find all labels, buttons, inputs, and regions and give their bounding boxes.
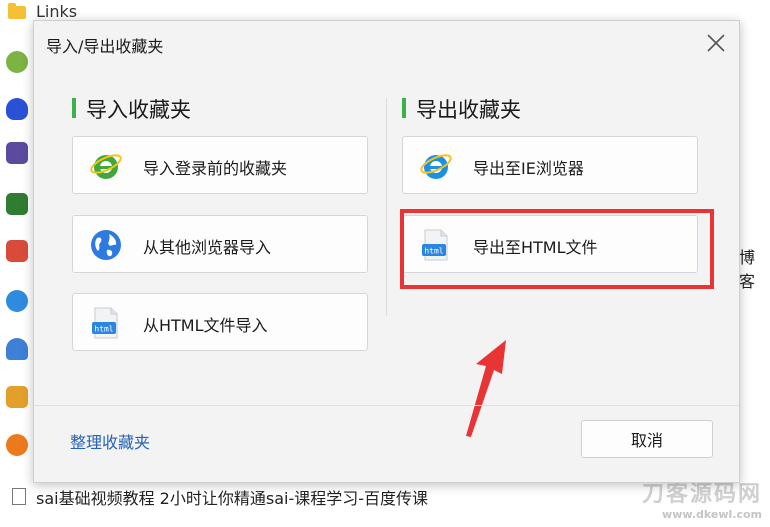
section-divider (386, 98, 387, 316)
footer-divider (34, 405, 739, 406)
background-sidebar (0, 40, 34, 480)
ie-blue-icon (420, 154, 452, 179)
background-header: Links (0, 0, 770, 22)
import-from-other-browser-button[interactable]: 从其他浏览器导入 (72, 215, 368, 273)
document-icon (12, 488, 26, 505)
links-folder-label[interactable]: Links (36, 2, 77, 21)
export-section-title: 导出收藏夹 (402, 94, 521, 124)
export-to-html-label: 导出至HTML文件 (473, 238, 598, 257)
html-icon-text: html (94, 325, 113, 334)
import-section-title: 导入收藏夹 (72, 94, 191, 124)
bookmark-title[interactable]: sai基础视频教程 2小时让你精通sai-课程学习-百度传课 (36, 485, 428, 509)
dialog-title: 导入/导出收藏夹 (46, 37, 164, 56)
background-side-text: 博客 (739, 248, 756, 291)
html-file-icon: html (92, 307, 118, 339)
orange-badge-icon[interactable] (6, 434, 28, 456)
ie-green-icon (90, 154, 122, 179)
close-button[interactable] (703, 30, 729, 56)
html-file-icon: html (422, 229, 448, 261)
code-site-icon[interactable] (6, 51, 28, 73)
folder-icon (8, 3, 26, 19)
cancel-button[interactable]: 取消 (581, 420, 713, 458)
import-before-login-label: 导入登录前的收藏夹 (143, 159, 288, 178)
red-arrow-annotation (466, 340, 506, 437)
import-export-dialog: 导入/导出收藏夹 导入收藏夹 导入登录前的收藏夹 从其他浏览器导入 html 从… (33, 20, 740, 483)
colorful-house-icon[interactable] (6, 386, 28, 408)
export-to-html-button[interactable]: html 导出至HTML文件 (402, 215, 698, 273)
baidu-paw-icon[interactable] (6, 98, 28, 120)
red-pattern-icon[interactable] (6, 240, 28, 262)
import-from-html-button[interactable]: html 从HTML文件导入 (72, 293, 368, 351)
h-logo-icon[interactable] (6, 142, 28, 164)
html-icon-text: html (424, 247, 443, 256)
blue-circle-icon[interactable] (6, 290, 28, 312)
import-before-login-button[interactable]: 导入登录前的收藏夹 (72, 136, 368, 194)
watermark-sub: www.dkewl.com (662, 508, 762, 521)
cloud-icon[interactable] (6, 338, 28, 360)
manage-favorites-link[interactable]: 整理收藏夹 (70, 429, 150, 453)
close-icon (707, 34, 725, 52)
dialog-body: 导入收藏夹 导入登录前的收藏夹 从其他浏览器导入 html 从HTML文件导入 … (34, 76, 739, 437)
globe-icon (91, 230, 121, 260)
import-from-other-browser-label: 从其他浏览器导入 (143, 238, 272, 257)
export-to-ie-button[interactable]: 导出至IE浏览器 (402, 136, 698, 194)
import-from-html-label: 从HTML文件导入 (143, 316, 268, 335)
export-to-ie-label: 导出至IE浏览器 (473, 159, 584, 178)
green-swirl-icon[interactable] (6, 193, 28, 215)
